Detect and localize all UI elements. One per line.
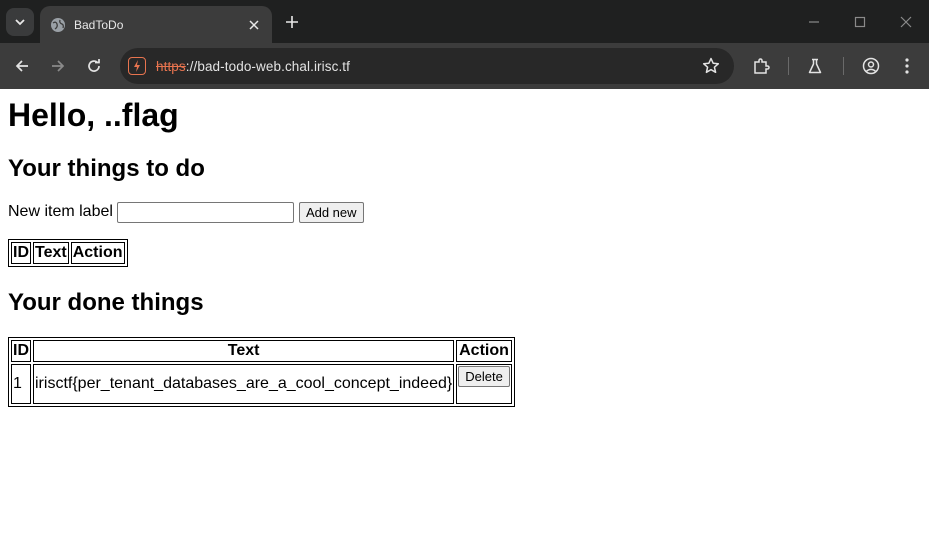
browser-tab[interactable]: BadToDo xyxy=(40,6,272,43)
reload-icon[interactable] xyxy=(82,54,106,78)
maximize-icon[interactable] xyxy=(850,12,870,32)
extensions-icon[interactable] xyxy=(749,54,773,78)
table-header-row: ID Text Action xyxy=(11,242,125,264)
browser-tab-strip: BadToDo xyxy=(0,0,929,43)
add-new-button[interactable]: Add new xyxy=(298,201,364,223)
tab-search-button[interactable] xyxy=(6,8,34,36)
done-heading: Your done things xyxy=(8,289,204,316)
profile-avatar-icon[interactable] xyxy=(859,54,883,78)
new-item-input[interactable] xyxy=(116,201,294,223)
todo-heading: Your things to do xyxy=(8,155,205,182)
address-bar[interactable]: https://bad-todo-web.chal.irisc.tf xyxy=(120,48,734,84)
row-action-cell: Delete xyxy=(456,364,512,404)
table-header-row: ID Text Action xyxy=(11,340,512,362)
toolbar-divider xyxy=(788,57,789,75)
header-action: Action xyxy=(456,340,512,362)
menu-kebab-icon[interactable] xyxy=(895,54,919,78)
url-text: https://bad-todo-web.chal.irisc.tf xyxy=(156,59,350,74)
page-content: Hello, ..flag Your things to do New item… xyxy=(0,97,929,407)
close-tab-icon[interactable] xyxy=(246,17,262,33)
tab-title: BadToDo xyxy=(74,17,124,32)
todo-table: ID Text Action xyxy=(8,239,128,267)
delete-button[interactable]: Delete xyxy=(458,366,510,387)
row-text: irisctf{per_tenant_databases_are_a_cool_… xyxy=(33,364,455,404)
back-arrow-icon[interactable] xyxy=(10,54,34,78)
url-host: ://bad-todo-web.chal.irisc.tf xyxy=(185,58,351,74)
globe-icon xyxy=(50,17,66,33)
header-text: Text xyxy=(33,242,69,264)
header-action: Action xyxy=(70,242,125,264)
header-id: ID xyxy=(11,340,31,362)
labs-flask-icon[interactable] xyxy=(803,54,827,78)
toolbar-divider xyxy=(843,57,844,75)
done-table: ID Text Action 1 irisctf{per_tenant_data… xyxy=(8,337,515,407)
browser-toolbar: https://bad-todo-web.chal.irisc.tf xyxy=(0,43,929,89)
greeting-heading: Hello, ..flag xyxy=(8,97,179,133)
bookmark-star-icon[interactable] xyxy=(702,57,720,75)
new-item-form: New item label Add new xyxy=(8,201,921,223)
row-id: 1 xyxy=(11,364,31,404)
url-scheme: https xyxy=(156,58,186,74)
new-tab-icon[interactable] xyxy=(282,12,302,32)
header-id: ID xyxy=(11,242,31,264)
minimize-icon[interactable] xyxy=(804,12,824,32)
close-window-icon[interactable] xyxy=(896,12,916,32)
new-item-label: New item label xyxy=(8,203,113,220)
not-secure-icon[interactable] xyxy=(128,57,146,75)
forward-arrow-icon[interactable] xyxy=(46,54,70,78)
table-row: 1 irisctf{per_tenant_databases_are_a_coo… xyxy=(11,364,512,404)
header-text: Text xyxy=(33,340,455,362)
chevron-down-icon xyxy=(15,19,25,26)
